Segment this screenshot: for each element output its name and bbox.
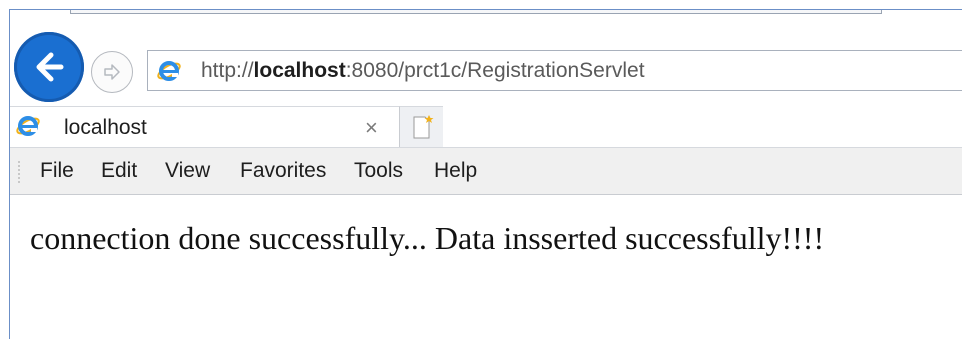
menu-help[interactable]: Help: [434, 148, 477, 194]
menu-bar: File Edit View Favorites Tools Help: [10, 147, 962, 195]
page-message: connection done successfully... Data ins…: [30, 220, 825, 256]
internet-explorer-icon: [16, 116, 40, 136]
tab-localhost[interactable]: localhost ×: [10, 106, 400, 148]
browser-window: http://localhost:8080/prct1c/Registratio…: [9, 9, 962, 339]
tab-title: localhost: [64, 116, 147, 139]
address-bar[interactable]: http://localhost:8080/prct1c/Registratio…: [147, 50, 962, 91]
new-tab-icon: [413, 115, 434, 139]
menu-view[interactable]: View: [165, 148, 210, 194]
forward-arrow-icon: [104, 64, 120, 80]
menu-edit[interactable]: Edit: [101, 148, 137, 194]
menu-file[interactable]: File: [40, 148, 74, 194]
tab-strip: [443, 106, 962, 148]
url-path: :8080/prct1c/RegistrationServlet: [345, 59, 645, 82]
url-host: localhost: [253, 59, 346, 82]
url-prefix: http://: [201, 59, 254, 82]
menu-favorites[interactable]: Favorites: [240, 148, 326, 194]
menu-tools[interactable]: Tools: [354, 148, 403, 194]
new-tab-button[interactable]: [400, 106, 444, 148]
navigation-bar: http://localhost:8080/prct1c/Registratio…: [10, 10, 962, 106]
back-button[interactable]: [14, 32, 84, 102]
close-tab-icon[interactable]: ×: [365, 107, 378, 148]
toolbar-grip[interactable]: [18, 160, 20, 184]
back-arrow-icon: [36, 52, 64, 82]
internet-explorer-icon: [157, 61, 181, 81]
forward-button[interactable]: [91, 51, 133, 93]
url-text[interactable]: http://localhost:8080/prct1c/Registratio…: [201, 51, 645, 90]
